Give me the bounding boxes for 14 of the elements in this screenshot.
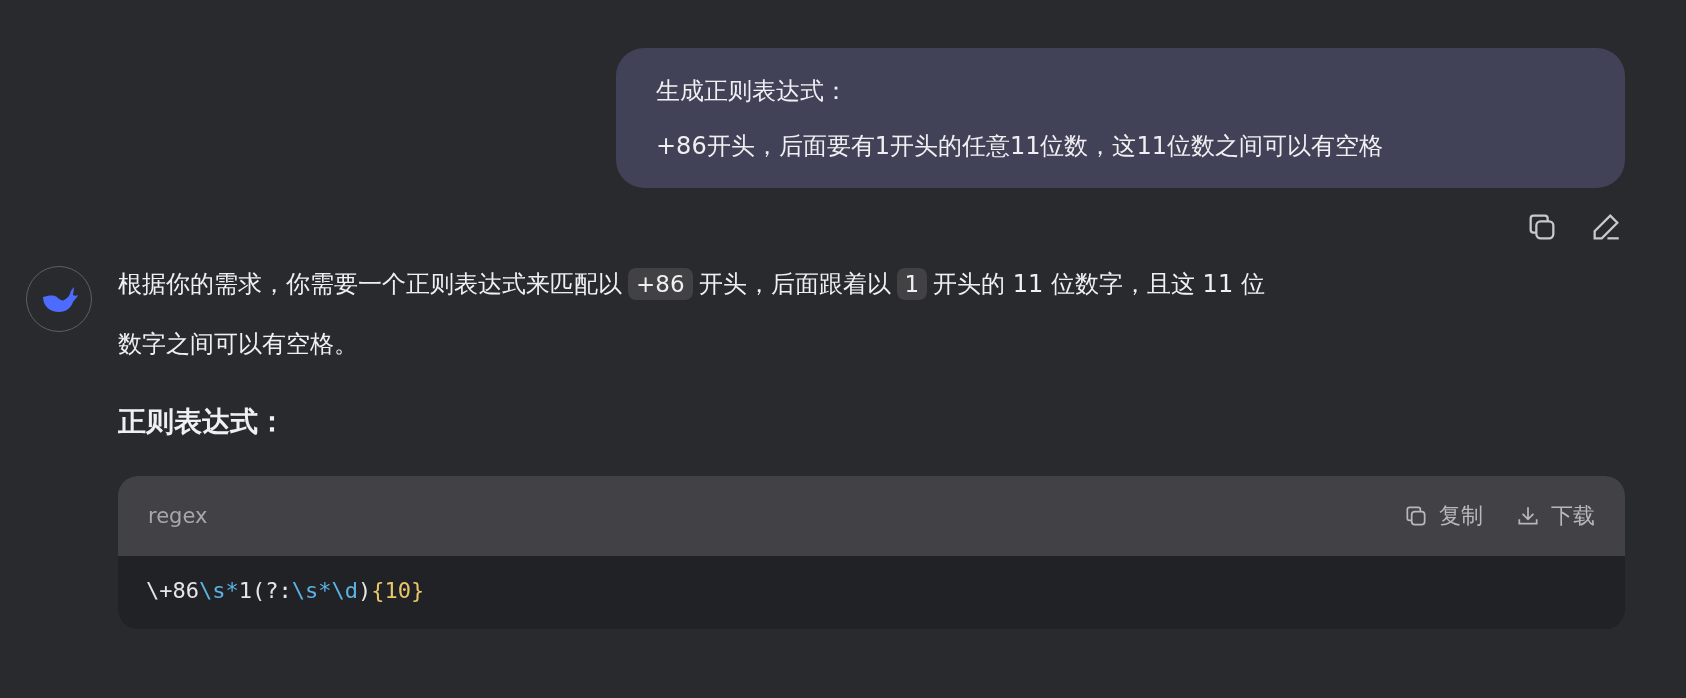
- download-button[interactable]: 下载: [1515, 501, 1595, 531]
- answer-text: 数字之间可以有空格。: [118, 330, 358, 358]
- inline-code: 1: [896, 268, 928, 300]
- copy-icon: [1403, 503, 1429, 529]
- message-text: +86开头，后面要有1开头的任意11位数，这11位数之间可以有空格: [656, 131, 1384, 162]
- code-line: \+86\s*1(?:\s*\d){10}: [145, 577, 426, 605]
- answer-text: 根据你的需求，你需要一个正则表达式来匹配以: [118, 270, 622, 298]
- answer-text: 开头，后面跟着以: [698, 270, 891, 298]
- copy-button[interactable]: 复制: [1403, 501, 1483, 531]
- inline-code: +86: [628, 268, 693, 300]
- language-label: regex: [148, 504, 208, 528]
- section-heading: 正则表达式：: [118, 404, 287, 440]
- message-text: 生成正则表达式：: [656, 76, 849, 107]
- answer-text: 开头的 11 位数字，且这 11 位: [933, 270, 1265, 298]
